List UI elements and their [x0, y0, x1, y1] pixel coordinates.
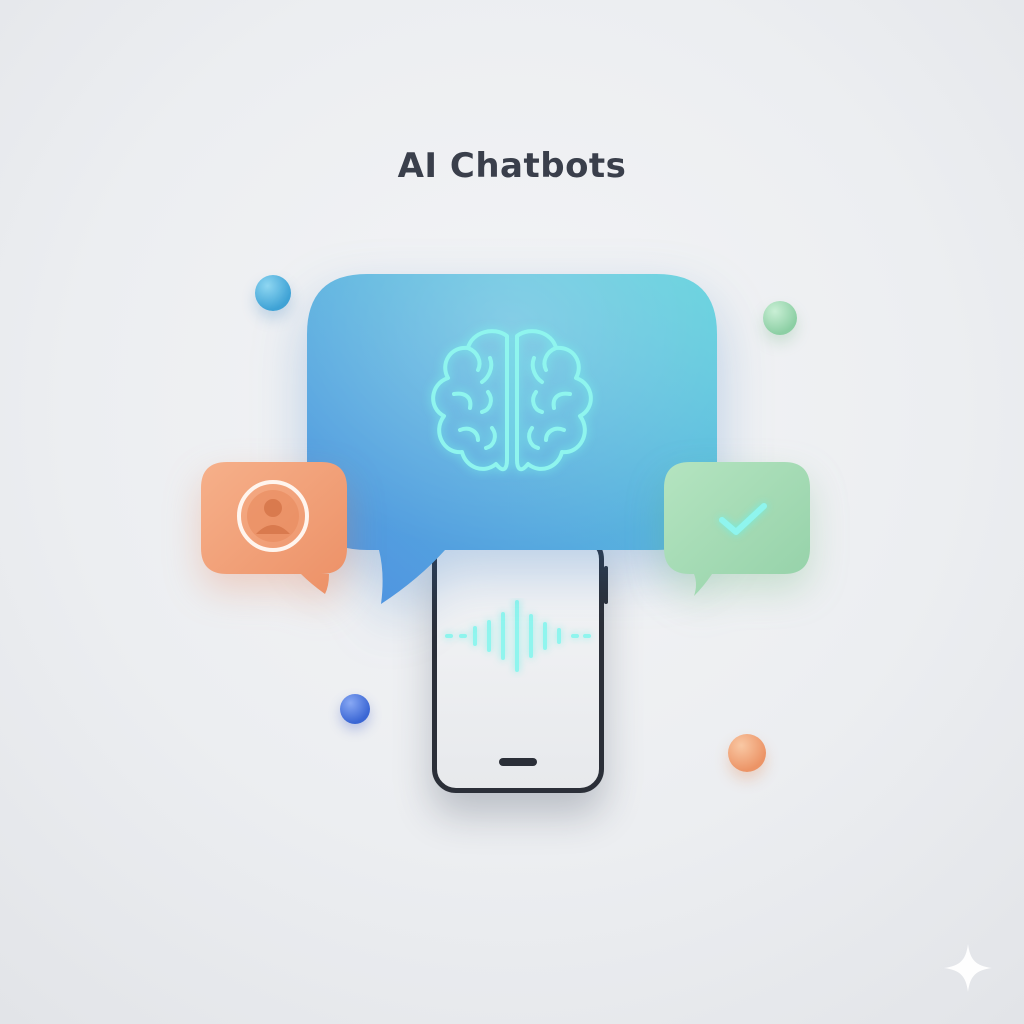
phone-home-indicator [499, 758, 537, 766]
main-speech-bubble [307, 274, 717, 606]
decor-orb-indigo [340, 694, 370, 724]
decor-orb-green [763, 301, 797, 335]
decor-orb-orange [728, 734, 766, 772]
user-avatar-icon [237, 480, 309, 552]
sparkle-icon [944, 944, 992, 992]
page-title: AI Chatbots [397, 146, 627, 186]
decor-orb-blue [255, 275, 291, 311]
confirm-speech-bubble [664, 462, 812, 598]
user-speech-bubble [201, 462, 349, 598]
audio-waveform-icon [445, 600, 591, 672]
